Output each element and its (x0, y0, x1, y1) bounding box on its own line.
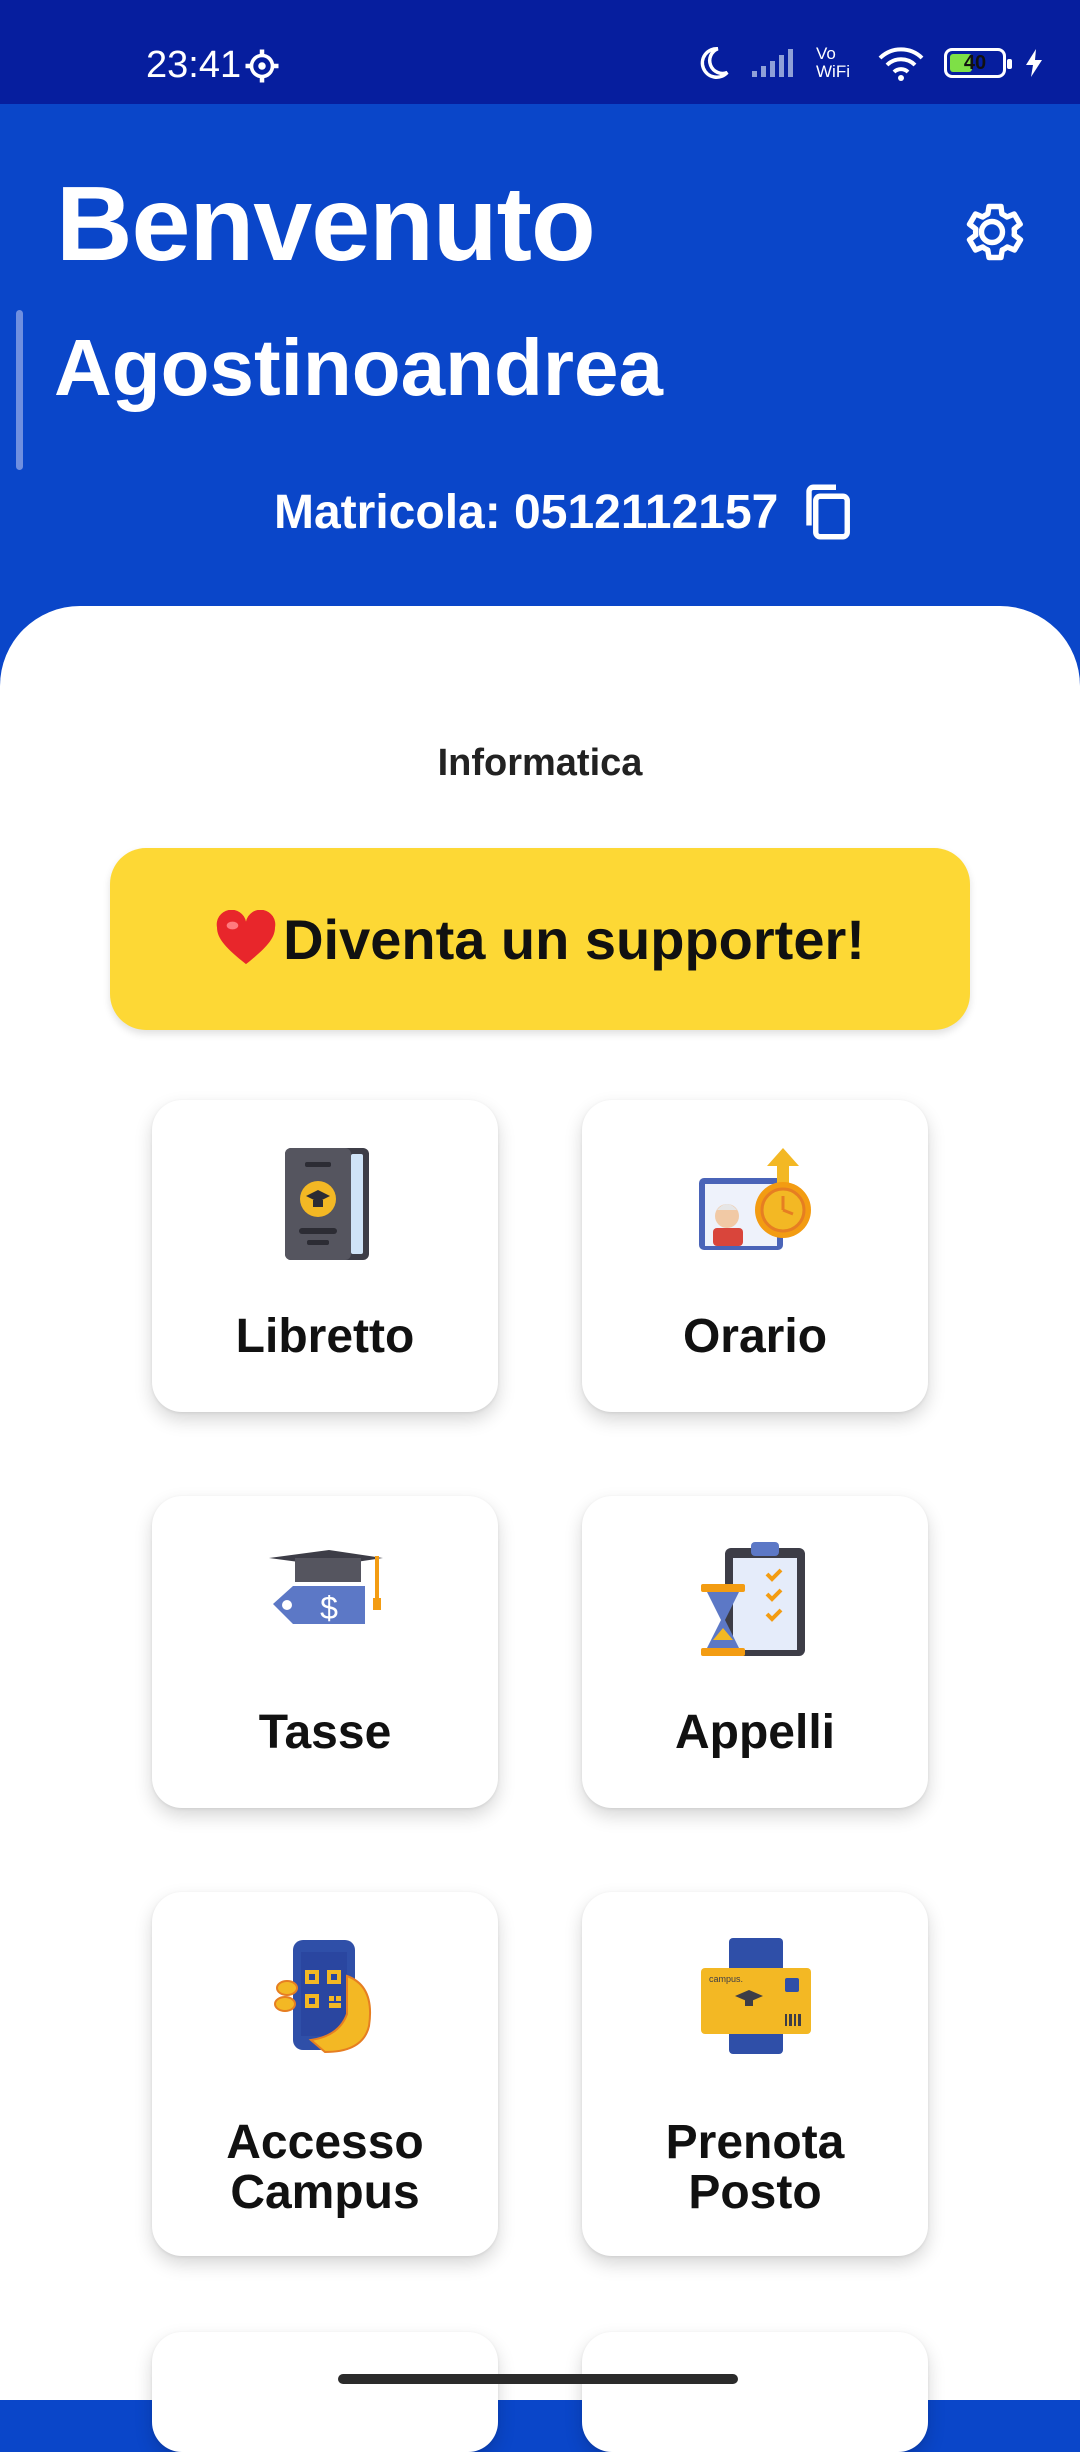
card-accesso-campus[interactable]: Accesso Campus (152, 1892, 498, 2256)
booklet-icon (285, 1148, 369, 1260)
card-prenota-posto[interactable]: campus. Prenota Posto (582, 1892, 928, 2256)
status-gear-icon (245, 49, 279, 83)
status-icons: Vo WiFi 40 (694, 44, 1044, 82)
card-tasse[interactable]: $ Tasse (152, 1496, 498, 1808)
battery-icon: 40 (944, 48, 1012, 78)
matricola-label: Matricola: 0512112157 (274, 485, 779, 539)
status-bar: 23:41 Vo WiFi 40 (0, 0, 1080, 104)
seat-ticket-icon: campus. (701, 1938, 811, 2054)
status-time: 23:41 (146, 44, 242, 86)
matricola: Matricola: 0512112157 (274, 482, 854, 542)
card-label-appelli: Appelli (674, 1706, 835, 1759)
card-next-left[interactable] (152, 2332, 498, 2452)
main-content: Informatica Diventa un supporter! Libret… (0, 606, 1080, 2452)
schedule-icon (699, 1148, 811, 1250)
scroll-indicator (16, 310, 23, 470)
battery-level: 40 (963, 52, 987, 74)
volte-label: Vo WiFi (816, 44, 850, 81)
svg-text:$: $ (320, 1590, 338, 1626)
exams-icon (701, 1542, 805, 1656)
card-label-prenota-posto: Prenota Posto (665, 2116, 845, 2219)
qr-phone-icon (274, 1940, 371, 2054)
card-label-tasse: Tasse (258, 1706, 392, 1759)
copy-icon[interactable] (800, 482, 854, 542)
svg-text:campus.: campus. (709, 1974, 743, 1984)
card-orario[interactable]: Orario (582, 1100, 928, 1412)
supporter-label: Diventa un supporter! (283, 907, 865, 971)
username: Agostinoandrea (54, 323, 663, 412)
card-label-accesso-campus: Accesso Campus (226, 2116, 424, 2219)
settings-gear-icon[interactable] (956, 196, 1028, 268)
signal-icon (752, 49, 793, 77)
card-libretto[interactable]: Libretto (152, 1100, 498, 1412)
card-label-libretto: Libretto (235, 1310, 415, 1363)
heart-icon (216, 910, 276, 965)
supporter-button[interactable]: Diventa un supporter! (110, 848, 970, 1030)
home-indicator[interactable] (338, 2374, 738, 2384)
charging-icon (1026, 49, 1042, 77)
course-name: Informatica (437, 742, 643, 784)
welcome-title: Benvenuto (56, 165, 596, 283)
wifi-icon (878, 47, 924, 81)
card-next-right[interactable] (582, 2332, 928, 2452)
card-appelli[interactable]: Appelli (582, 1496, 928, 1808)
fees-icon: $ (269, 1550, 383, 1626)
moon-icon (700, 47, 729, 79)
card-label-orario: Orario (682, 1310, 828, 1363)
